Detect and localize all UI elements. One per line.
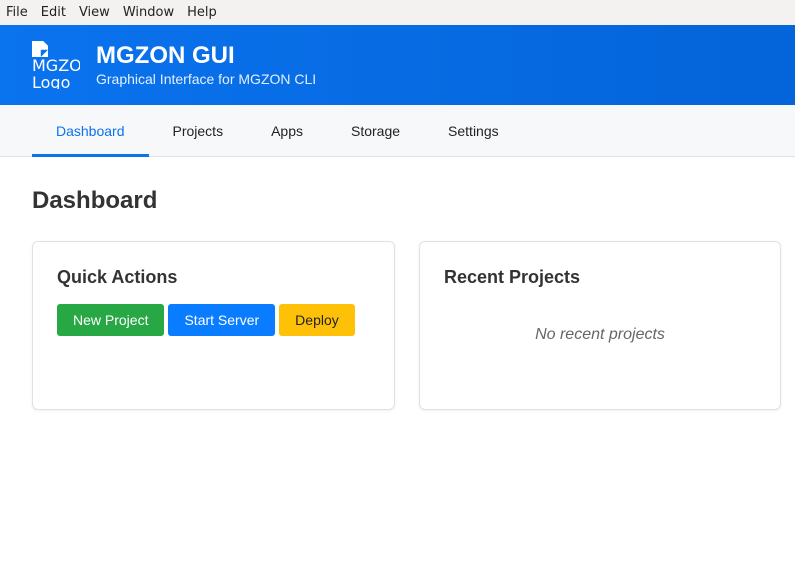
deploy-button[interactable]: Deploy: [279, 304, 355, 336]
menu-edit[interactable]: Edit: [41, 5, 66, 20]
start-server-button[interactable]: Start Server: [168, 304, 276, 336]
logo-image: MGZON Logo: [32, 41, 80, 89]
broken-image-icon: [32, 41, 48, 57]
logo-alt-text: MGZON Logo: [32, 56, 80, 89]
new-project-button[interactable]: New Project: [57, 304, 165, 336]
menu-view[interactable]: View: [79, 5, 110, 20]
recent-projects-card: Recent Projects No recent projects: [419, 241, 781, 410]
recent-projects-title: Recent Projects: [444, 267, 581, 287]
app-header: MGZON Logo MGZON GUI Graphical Interface…: [0, 25, 795, 105]
menu-file[interactable]: File: [6, 5, 28, 20]
tab-dashboard[interactable]: Dashboard: [32, 105, 149, 157]
menu-help[interactable]: Help: [187, 5, 217, 20]
tab-projects[interactable]: Projects: [149, 105, 248, 156]
nav-tabs: Dashboard Projects Apps Storage Settings: [0, 105, 795, 157]
recent-projects-empty: No recent projects: [535, 326, 665, 343]
app-title: MGZON GUI: [96, 42, 235, 69]
header-titles: MGZON GUI Graphical Interface for MGZON …: [96, 42, 316, 88]
quick-actions-card: Quick Actions New Project Start Server D…: [32, 241, 395, 410]
tab-apps[interactable]: Apps: [247, 105, 327, 156]
page-title: Dashboard: [32, 187, 158, 214]
quick-actions-title: Quick Actions: [57, 267, 178, 287]
tab-settings[interactable]: Settings: [424, 105, 523, 156]
menu-window[interactable]: Window: [123, 5, 174, 20]
tab-storage[interactable]: Storage: [327, 105, 424, 156]
quick-actions-buttons: New Project Start Server Deploy: [57, 304, 370, 336]
menu-bar: File Edit View Window Help: [0, 0, 795, 25]
app-subtitle: Graphical Interface for MGZON CLI: [96, 71, 317, 87]
